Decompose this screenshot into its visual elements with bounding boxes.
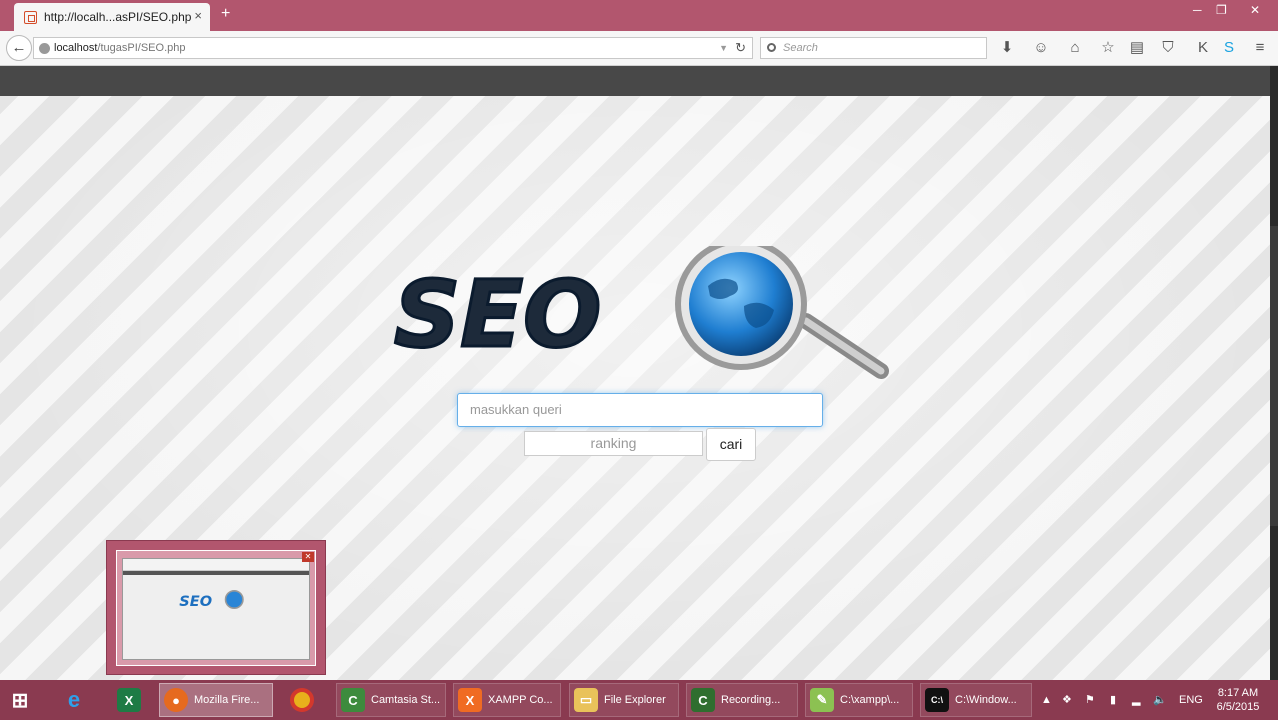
url-bar[interactable]: localhost/tugasPI/SEO.php ▼ ↻ (33, 37, 753, 59)
taskbar-file-explorer-label: File Explorer (604, 694, 666, 706)
site-info-icon[interactable] (39, 43, 50, 54)
taskbar-camtasia-label: Camtasia St... (371, 694, 441, 706)
extension-k-icon[interactable]: K (1194, 39, 1212, 57)
menu-icon[interactable]: ≡ (1251, 39, 1269, 57)
taskbar-cmd-label: C:\Window... (955, 694, 1017, 706)
search-button[interactable]: cari (706, 428, 756, 461)
close-window-button[interactable]: ✕ (1250, 3, 1260, 17)
system-clock[interactable]: 8:17 AM 6/5/2015 (1212, 686, 1264, 714)
url-host: localhost (54, 42, 98, 54)
taskbar-firefox[interactable]: ● Mozilla Fire... (159, 683, 273, 717)
taskbar-recording-label: Recording... (721, 694, 781, 706)
clock-date: 6/5/2015 (1216, 701, 1260, 713)
taskbar-camtasia-studio[interactable]: C Camtasia St... (336, 683, 446, 717)
start-button[interactable]: ⊞ (8, 683, 38, 717)
new-tab-button[interactable]: + (221, 5, 230, 23)
battery-icon[interactable]: ▮ (1110, 680, 1116, 720)
taskbar-xampp[interactable]: X XAMPP Co... (453, 683, 561, 717)
ranking-input[interactable]: ranking (524, 431, 703, 456)
maximize-button[interactable]: ❐ (1216, 3, 1227, 17)
tab-title: http://localh...asPI/SEO.php (44, 10, 192, 24)
chrome-icon (290, 688, 314, 712)
page-top-bar (0, 66, 1270, 96)
taskbar-recording[interactable]: C Recording... (686, 683, 798, 717)
xampp-icon: X (458, 688, 482, 712)
search-icon (767, 43, 776, 52)
taskbar-file-explorer[interactable]: ▭ File Explorer (569, 683, 679, 717)
volume-icon[interactable]: 🔈 (1153, 680, 1167, 720)
thumbnail-seo-logo: SEO (179, 589, 244, 610)
windows-taskbar: ⊞ e X ● Mozilla Fire... C Camtasia St...… (0, 680, 1278, 720)
page-scrollbar[interactable] (1270, 66, 1278, 680)
tab-close-icon[interactable]: × (194, 8, 202, 23)
show-hidden-icons-icon[interactable]: ▲ (1041, 680, 1052, 720)
reload-icon[interactable]: ↻ (735, 38, 746, 58)
pocket-icon[interactable]: ⛉ (1159, 39, 1177, 57)
language-indicator[interactable]: ENG (1179, 680, 1203, 720)
bookmark-star-icon[interactable]: ☆ (1099, 39, 1117, 57)
search-input[interactable]: Search (760, 37, 987, 59)
excel-icon: X (117, 688, 141, 712)
browser-title-bar: http://localh...asPI/SEO.php × + ─ ❐ ✕ (0, 0, 1278, 31)
reading-list-icon[interactable]: ▤ (1128, 39, 1146, 57)
taskbar-excel[interactable]: X (117, 683, 147, 717)
history-dropdown-icon[interactable]: ▼ (719, 38, 728, 58)
camtasia-recorder-icon: C (691, 688, 715, 712)
taskbar-thumbnail-preview[interactable]: SEO ✕ (106, 540, 326, 675)
page-favicon-icon (24, 10, 37, 24)
taskbar-xampp-label: XAMPP Co... (488, 694, 553, 706)
query-input[interactable]: masukkan queri (457, 393, 823, 427)
thumbnail-page-preview: SEO (122, 558, 310, 660)
camtasia-icon: C (341, 688, 365, 712)
chat-icon[interactable]: ☺ (1032, 39, 1050, 57)
folder-icon: ▭ (574, 688, 598, 712)
taskbar-chrome[interactable] (290, 683, 320, 717)
windows-start-icon: ⊞ (11, 689, 29, 712)
seo-logo-text: SEO (394, 261, 601, 368)
cmd-icon: C:\ (925, 688, 949, 712)
thumbnail-close-icon[interactable]: ✕ (302, 552, 314, 562)
url-path: /tugasPI/SEO.php (97, 42, 186, 54)
search-placeholder: Search (783, 42, 818, 54)
seo-logo: SEO (393, 246, 889, 379)
taskbar-internet-explorer[interactable]: e (62, 683, 92, 717)
home-icon[interactable]: ⌂ (1066, 39, 1084, 57)
skype-icon[interactable]: S (1220, 39, 1238, 57)
firefox-icon: ● (164, 688, 188, 712)
minimize-button[interactable]: ─ (1193, 3, 1202, 17)
taskbar-xampp-folder-label: C:\xampp\... (840, 694, 900, 706)
clock-time: 8:17 AM (1217, 687, 1259, 699)
browser-nav-bar: ← localhost/tugasPI/SEO.php ▼ ↻ Search ⬇… (0, 31, 1278, 66)
taskbar-xampp-folder[interactable]: ✎ C:\xampp\... (805, 683, 913, 717)
dropbox-icon[interactable]: ❖ (1062, 680, 1072, 720)
browser-tab[interactable]: http://localh...asPI/SEO.php × (14, 3, 210, 31)
internet-explorer-icon: e (67, 687, 81, 712)
downloads-icon[interactable]: ⬇ (998, 39, 1016, 57)
notepad-icon: ✎ (810, 688, 834, 712)
svg-text:SEO: SEO (179, 593, 212, 610)
taskbar-cmd[interactable]: C:\ C:\Window... (920, 683, 1032, 717)
action-center-icon[interactable]: ⚑ (1085, 680, 1095, 720)
network-icon[interactable]: ▂ (1132, 680, 1140, 720)
taskbar-firefox-label: Mozilla Fire... (194, 694, 260, 706)
back-button[interactable]: ← (6, 35, 32, 61)
